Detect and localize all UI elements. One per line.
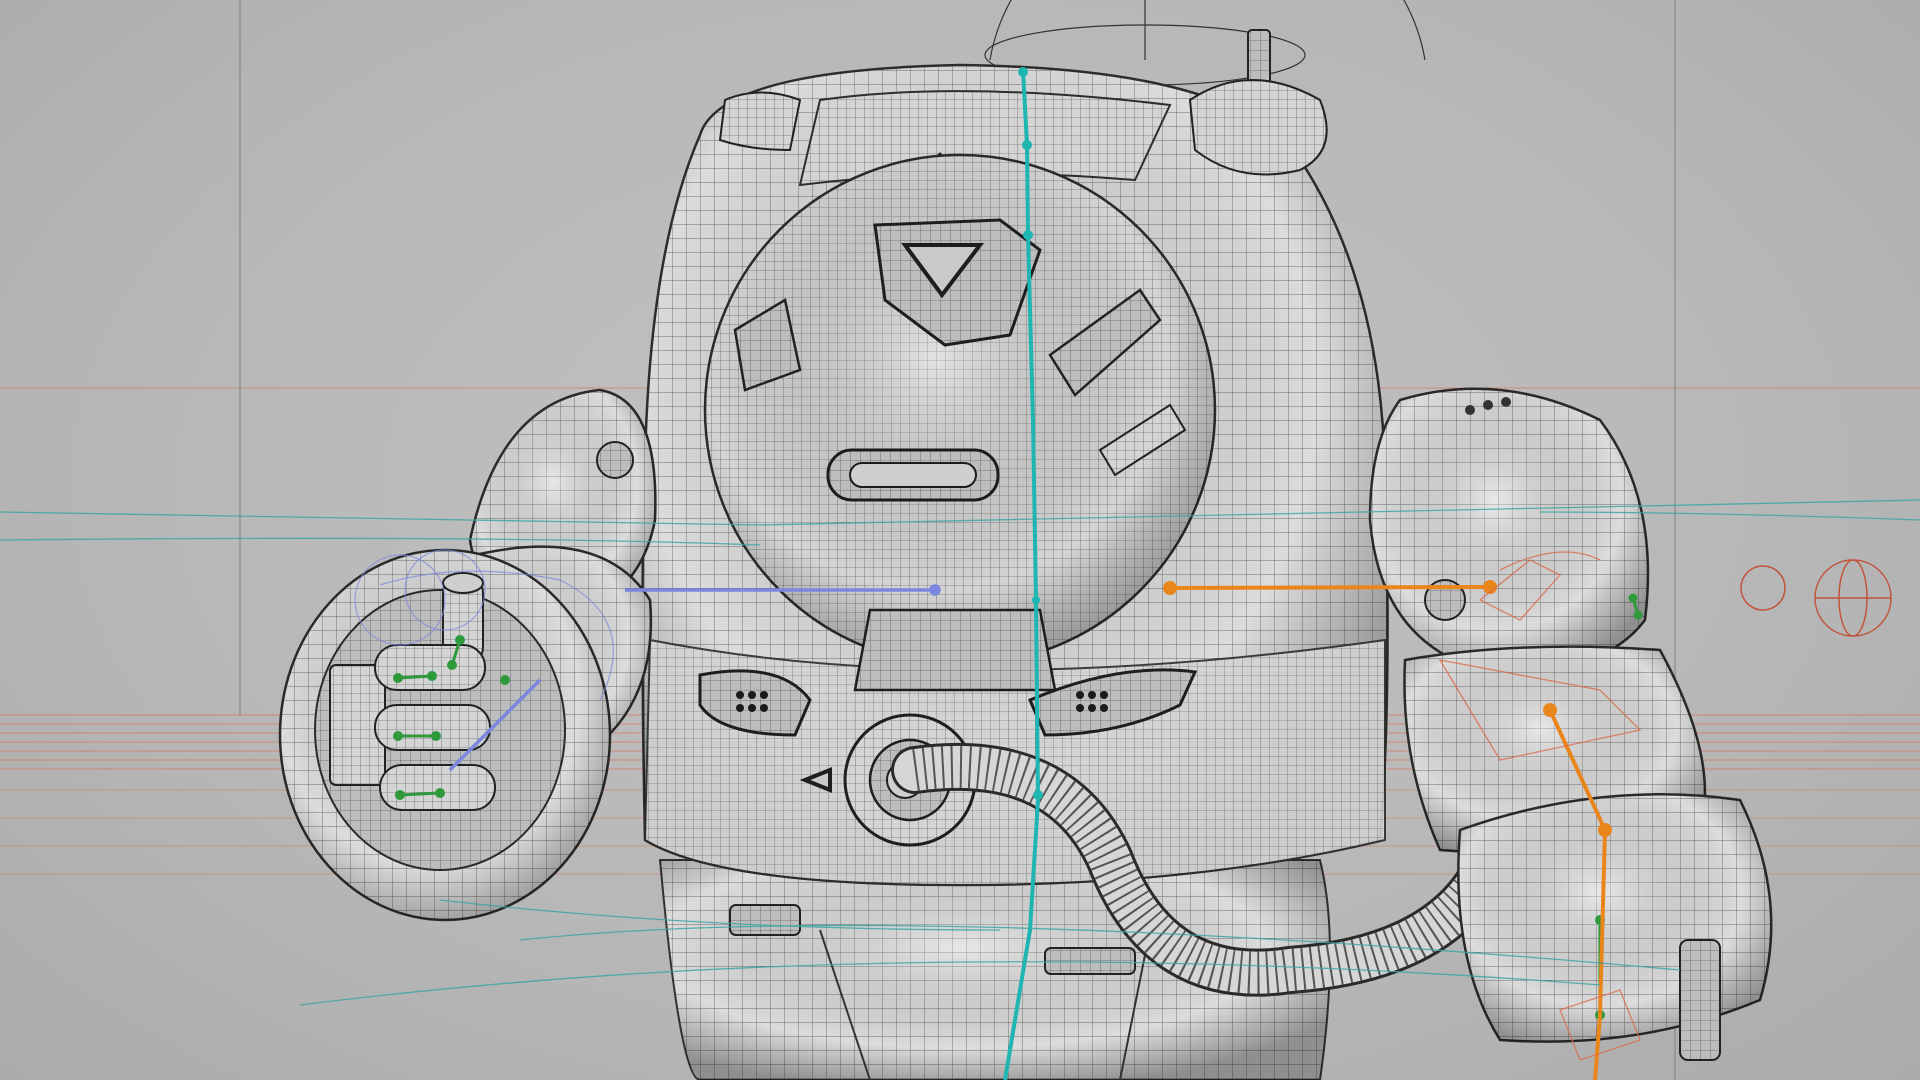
chest-slot xyxy=(826,448,1000,502)
right-shoulder-mesh xyxy=(1368,387,1650,673)
shoulder-cross-control[interactable] xyxy=(1814,559,1892,637)
lower-grille xyxy=(853,608,1057,692)
shoulder-circle-control[interactable] xyxy=(1740,565,1786,611)
right-forearm-mesh xyxy=(1457,793,1773,1061)
scene-canvas[interactable] xyxy=(0,0,1920,1080)
3d-viewport[interactable] xyxy=(0,0,1920,1080)
